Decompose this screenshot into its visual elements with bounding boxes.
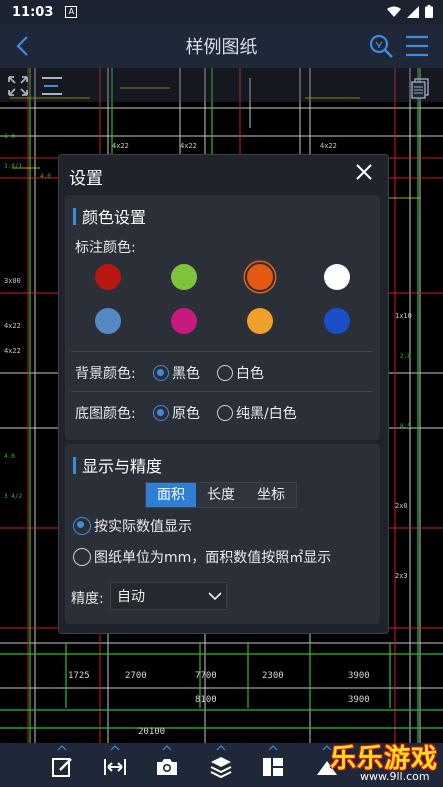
- base-option-original[interactable]: 原色: [153, 403, 200, 423]
- svg-text:4x22: 4x22: [4, 322, 21, 330]
- precision-value: 自动: [117, 589, 145, 605]
- chevron-up-icon: [162, 745, 172, 751]
- panel-layout-icon[interactable]: [261, 755, 285, 779]
- background-color-label: 背景颜色:: [75, 366, 136, 382]
- radio-button: [153, 405, 169, 421]
- svg-text:3x00: 3x00: [4, 277, 21, 285]
- radio-button: [217, 405, 233, 421]
- document-list-icon[interactable]: [410, 78, 430, 100]
- display-option-actual[interactable]: 按实际数值显示: [73, 516, 192, 536]
- dim-label: 20100: [138, 727, 165, 737]
- svg-text:4x22: 4x22: [4, 347, 21, 355]
- section-header: 显示与精度: [73, 453, 162, 477]
- status-bar: 11:03 A: [0, 0, 443, 24]
- base-color-label: 底图颜色:: [75, 406, 136, 422]
- color-swatch-red[interactable]: [95, 264, 121, 290]
- camera-icon[interactable]: [155, 755, 179, 779]
- panel-title: 设置: [69, 169, 103, 189]
- page-title: 样例图纸: [185, 37, 258, 58]
- section-title: 颜色设置: [82, 208, 147, 227]
- measure-length-icon[interactable]: [103, 755, 127, 779]
- bg-option-white[interactable]: 白色: [217, 363, 264, 383]
- svg-text:2x3: 2x3: [395, 572, 408, 580]
- signal-icon: [407, 5, 419, 18]
- chevron-up-icon: [110, 745, 120, 751]
- notification-icon: A: [65, 6, 78, 18]
- dim-label: 7700: [195, 671, 217, 681]
- radio-button: [217, 365, 233, 381]
- radio-label: 白色: [236, 366, 264, 382]
- svg-text:3 4/2: 3 4/2: [4, 493, 22, 500]
- unit-tabs: 面积 长度 坐标: [145, 482, 297, 508]
- radio-label: 图纸单位为mm，面积数值按照㎡显示: [94, 550, 332, 566]
- dim-label: 3900: [348, 671, 370, 681]
- divider: [71, 351, 374, 352]
- svg-text:8 5: 8 5: [400, 423, 411, 430]
- back-arrow-icon[interactable]: [10, 32, 38, 60]
- radio-label: 黑色: [172, 366, 200, 382]
- battery-icon: [425, 5, 433, 18]
- svg-text:4x22: 4x22: [320, 142, 337, 150]
- color-swatch-orange[interactable]: [247, 264, 273, 290]
- radio-label: 纯黑/白色: [236, 406, 297, 422]
- svg-text:1x10: 1x10: [395, 312, 412, 320]
- radio-button: [73, 517, 91, 535]
- radio-label: 原色: [172, 406, 200, 422]
- radio-button: [73, 548, 91, 566]
- radio-label: 按实际数值显示: [94, 519, 192, 535]
- layer-toggle-icon[interactable]: [40, 74, 64, 96]
- svg-text:2.8: 2.8: [400, 353, 411, 360]
- layers-icon[interactable]: [209, 755, 233, 779]
- chevron-up-icon: [57, 745, 67, 751]
- dim-label: 3900: [348, 695, 370, 705]
- radio-button: [153, 365, 169, 381]
- color-settings-section: 颜色设置 标注颜色: 背景颜色: 黑色 白色 底图颜色: 原色 纯黑/白色: [65, 195, 380, 440]
- svg-text:4x22: 4x22: [180, 142, 197, 150]
- svg-text:2x0: 2x0: [395, 502, 408, 510]
- drawing-toolbar-strip: [0, 68, 443, 102]
- svg-text:4.0: 4.0: [4, 453, 15, 460]
- app-bar: 样例图纸: [0, 24, 443, 68]
- watermark-url: www.9ll.com: [360, 770, 430, 783]
- display-option-mm[interactable]: 图纸单位为mm，面积数值按照㎡显示: [73, 547, 331, 567]
- bg-option-black[interactable]: 黑色: [153, 363, 200, 383]
- chevron-down-icon: [208, 592, 222, 601]
- tab-area[interactable]: 面积: [146, 483, 196, 507]
- status-time: 11:03: [12, 4, 54, 20]
- tab-coordinate[interactable]: 坐标: [246, 483, 296, 507]
- color-swatch-amber[interactable]: [247, 308, 273, 334]
- svg-text:1-3: 1-3: [4, 133, 15, 140]
- status-icons: [387, 5, 433, 18]
- display-precision-section: 显示与精度 面积 长度 坐标 按实际数值显示 图纸单位为mm，面积数值按照㎡显示…: [65, 444, 380, 624]
- svg-text:3.8/1: 3.8/1: [4, 163, 22, 170]
- edit-icon[interactable]: [50, 755, 74, 779]
- search-icon[interactable]: [368, 33, 394, 59]
- color-swatch-blue[interactable]: [95, 308, 121, 334]
- settings-panel: 设置 颜色设置 标注颜色: 背景颜色: 黑色 白色 底图颜色: 原色 纯黑/白色…: [58, 154, 389, 634]
- close-icon[interactable]: [355, 163, 373, 181]
- color-swatch-green[interactable]: [171, 264, 197, 290]
- section-title: 显示与精度: [82, 457, 163, 476]
- svg-text:4.0: 4.0: [40, 173, 51, 180]
- expand-icon[interactable]: [6, 74, 30, 98]
- svg-text:4x22: 4x22: [112, 142, 129, 150]
- wifi-icon: [387, 6, 401, 17]
- tab-length[interactable]: 长度: [196, 483, 246, 507]
- chevron-up-icon: [216, 745, 226, 751]
- hamburger-menu-icon[interactable]: [404, 34, 430, 58]
- color-swatch-navy[interactable]: [324, 308, 350, 334]
- divider: [71, 391, 374, 392]
- precision-label: 精度:: [71, 591, 104, 607]
- dim-label: 2700: [125, 671, 147, 681]
- section-header: 颜色设置: [73, 204, 146, 228]
- dim-label: 8100: [195, 695, 217, 705]
- base-option-mono[interactable]: 纯黑/白色: [217, 403, 297, 423]
- precision-select[interactable]: 自动: [110, 582, 227, 610]
- dim-label: 2300: [262, 671, 284, 681]
- annotation-color-label: 标注颜色:: [75, 240, 136, 256]
- color-swatch-magenta[interactable]: [171, 308, 197, 334]
- chevron-up-icon: [268, 745, 278, 751]
- dim-label: 1725: [68, 671, 90, 681]
- color-swatch-white[interactable]: [324, 264, 350, 290]
